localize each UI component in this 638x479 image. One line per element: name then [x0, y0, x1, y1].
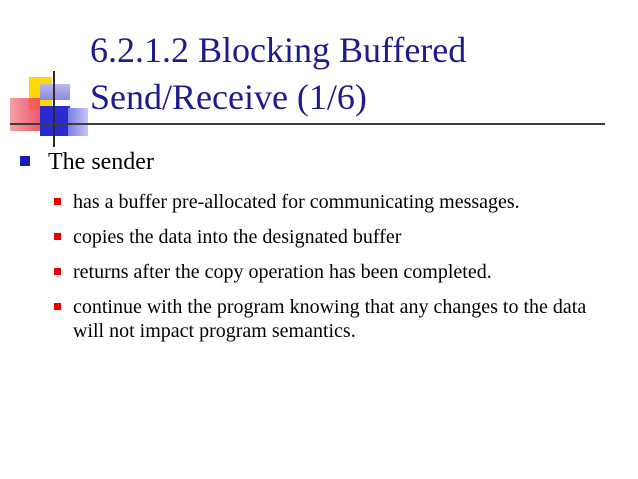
sub-bullet-text: returns after the copy operation has bee…	[73, 261, 492, 283]
title-underline	[10, 123, 605, 125]
red-square-bullet-icon	[54, 268, 61, 275]
sub-bullet-item: returns after the copy operation has bee…	[54, 260, 614, 284]
decorative-pale-blue-block	[68, 108, 88, 136]
decorative-red-block	[10, 98, 40, 131]
slide-title-line-2: Send/Receive (1/6)	[90, 77, 367, 117]
square-bullet-icon	[20, 156, 30, 166]
bullet-text: The sender	[48, 149, 154, 175]
decorative-blue-block	[40, 106, 70, 136]
red-square-bullet-icon	[54, 303, 61, 310]
slide-title: 6.2.1.2 Blocking Buffered Send/Receive (…	[90, 27, 610, 121]
sub-bullet-item: has a buffer pre-allocated for communica…	[54, 190, 614, 214]
slide: 6.2.1.2 Blocking Buffered Send/Receive (…	[0, 0, 638, 479]
red-square-bullet-icon	[54, 198, 61, 205]
bullet-level-1: The sender	[20, 147, 154, 177]
red-square-bullet-icon	[54, 233, 61, 240]
sub-bullet-text: continue with the program knowing that a…	[73, 296, 587, 342]
sub-bullet-list: has a buffer pre-allocated for communica…	[54, 190, 614, 354]
decorative-vertical-line	[53, 71, 55, 147]
sub-bullet-item: continue with the program knowing that a…	[54, 295, 614, 343]
decorative-light-blue-block	[40, 84, 70, 100]
slide-title-line-1: 6.2.1.2 Blocking Buffered	[90, 30, 467, 70]
sub-bullet-text: has a buffer pre-allocated for communica…	[73, 191, 520, 213]
sub-bullet-text: copies the data into the designated buff…	[73, 226, 402, 248]
sub-bullet-item: copies the data into the designated buff…	[54, 225, 614, 249]
